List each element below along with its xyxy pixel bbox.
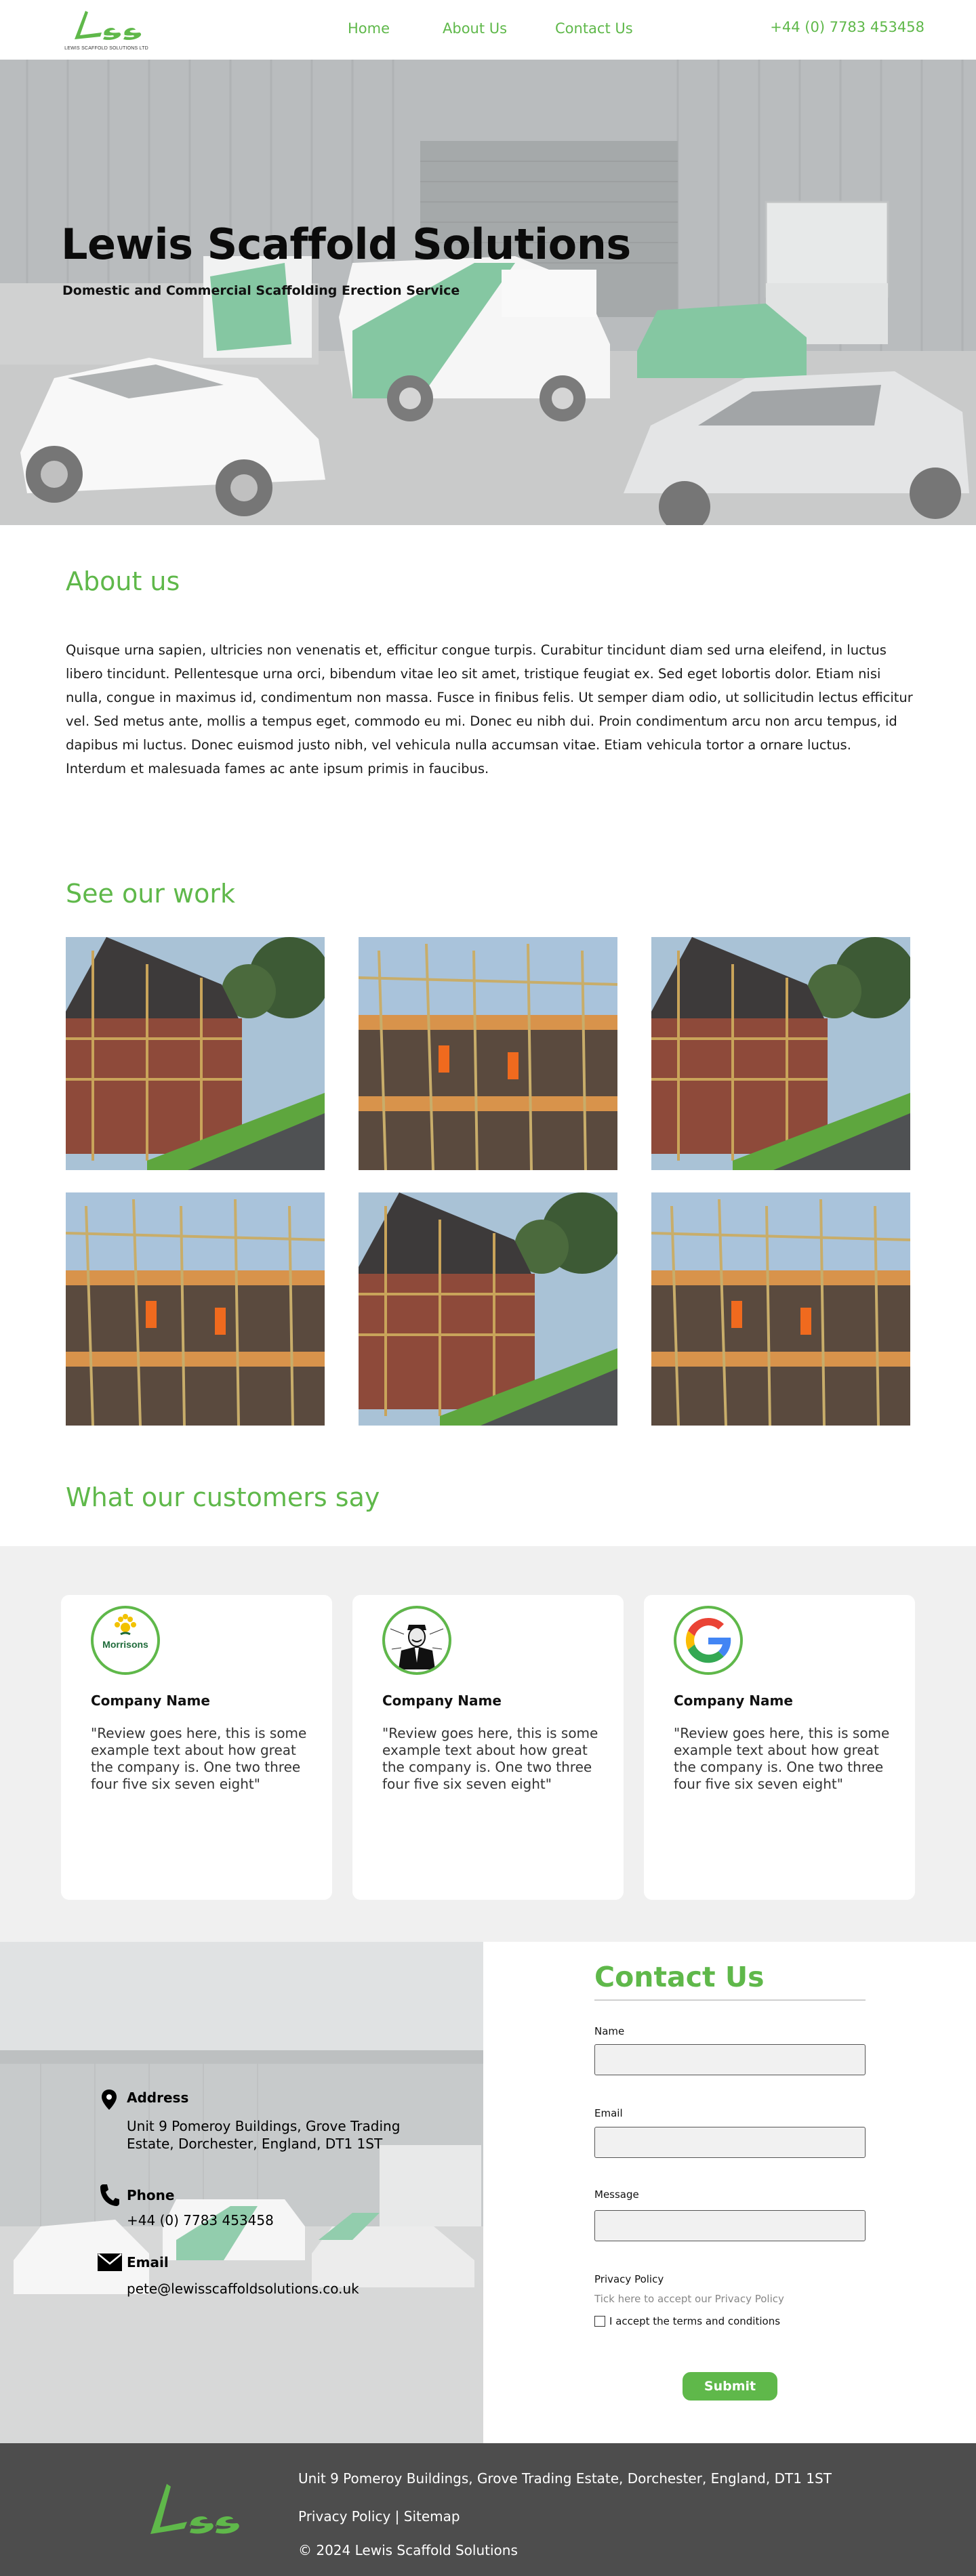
nav-contact-us[interactable]: Contact Us (555, 20, 633, 37)
testimonial-card: Company Name "Review goes here, this is … (644, 1595, 915, 1900)
testimonials-title: What our customers say (66, 1482, 380, 1512)
footer-sitemap-link[interactable]: Sitemap (404, 2508, 460, 2525)
email-text[interactable]: pete@lewisscaffoldsolutions.co.uk (127, 2280, 359, 2298)
work-image-workers[interactable] (66, 1192, 325, 1426)
hero-title: Lewis Scaffold Solutions (61, 220, 631, 269)
testimonial-company-name: Company Name (674, 1692, 793, 1709)
footer-links: Privacy Policy | Sitemap (298, 2508, 460, 2525)
name-input[interactable] (594, 2044, 866, 2075)
site-footer: Unit 9 Pomeroy Buildings, Grove Trading … (0, 2443, 976, 2576)
about-title: About us (66, 566, 180, 596)
name-label: Name (594, 2025, 625, 2037)
footer-copyright: © 2024 Lewis Scaffold Solutions (298, 2542, 518, 2558)
google-logo-icon (674, 1606, 743, 1675)
work-image-workers[interactable] (651, 1192, 910, 1426)
testimonial-review: "Review goes here, this is some example … (674, 1725, 890, 1792)
message-input[interactable] (594, 2210, 866, 2241)
work-image-house[interactable] (651, 937, 910, 1170)
anonymous-logo-icon (382, 1606, 451, 1675)
testimonial-card: Company Name "Review goes here, this is … (352, 1595, 624, 1900)
phone-label: Phone (127, 2187, 175, 2203)
footer-privacy-link[interactable]: Privacy Policy (298, 2508, 390, 2525)
address-label: Address (127, 2090, 189, 2106)
hero-subtitle: Domestic and Commercial Scaffolding Erec… (62, 283, 460, 298)
terms-label: I accept the terms and conditions (609, 2315, 781, 2327)
nav-about-us[interactable]: About Us (443, 20, 507, 37)
logo-text: LEWIS SCAFFOLD SOLUTIONS LTD (64, 46, 148, 51)
submit-button[interactable]: Submit (683, 2372, 777, 2401)
contact-divider (594, 1999, 866, 2001)
work-image-house[interactable] (66, 937, 325, 1170)
email-field-label: Email (594, 2107, 623, 2119)
nav-home[interactable]: Home (348, 20, 390, 37)
contact-info-panel (0, 1942, 483, 2443)
morrisons-logo-icon: Morrisons (91, 1606, 160, 1675)
about-body: Quisque urna sapien, ultricies non venen… (66, 642, 913, 776)
testimonial-company-name: Company Name (91, 1692, 210, 1709)
work-image-workers[interactable] (359, 937, 617, 1170)
email-label: Email (127, 2254, 169, 2270)
contact-title: Contact Us (594, 1961, 765, 1993)
work-image-house[interactable] (359, 1192, 617, 1426)
testimonial-card: Morrisons Company Name "Review goes here… (61, 1595, 332, 1900)
logo-mark-icon (75, 11, 142, 40)
contact-form-panel (483, 1942, 976, 2443)
testimonial-company-name: Company Name (382, 1692, 502, 1709)
address-text: Unit 9 Pomeroy Buildings, Grove Trading … (127, 2118, 401, 2152)
footer-logo-icon[interactable] (144, 2472, 252, 2546)
header-phone-link[interactable]: +44 (0) 7783 453458 (770, 19, 924, 35)
terms-checkbox-row[interactable]: I accept the terms and conditions (594, 2314, 780, 2328)
work-title: See our work (66, 879, 235, 909)
terms-checkbox[interactable] (594, 2316, 605, 2327)
site-logo[interactable]: LEWIS SCAFFOLD SOLUTIONS LTD (62, 5, 150, 54)
hero-banner: Lewis Scaffold Solutions Domestic and Co… (0, 60, 976, 525)
footer-separator: | (394, 2508, 400, 2525)
location-pin-icon (102, 2090, 117, 2110)
site-header: LEWIS SCAFFOLD SOLUTIONS LTD Home About … (0, 0, 976, 60)
footer-address: Unit 9 Pomeroy Buildings, Grove Trading … (298, 2470, 832, 2487)
privacy-policy-link[interactable]: Tick here to accept our Privacy Policy (594, 2293, 784, 2305)
privacy-label: Privacy Policy (594, 2273, 664, 2285)
morrisons-logo-text: Morrisons (102, 1639, 148, 1650)
phone-icon (100, 2184, 119, 2206)
email-input[interactable] (594, 2127, 866, 2158)
phone-text[interactable]: +44 (0) 7783 453458 (127, 2211, 274, 2229)
message-label: Message (594, 2188, 639, 2201)
testimonial-review: "Review goes here, this is some example … (91, 1725, 307, 1792)
email-icon (98, 2253, 122, 2271)
testimonial-review: "Review goes here, this is some example … (382, 1725, 598, 1792)
